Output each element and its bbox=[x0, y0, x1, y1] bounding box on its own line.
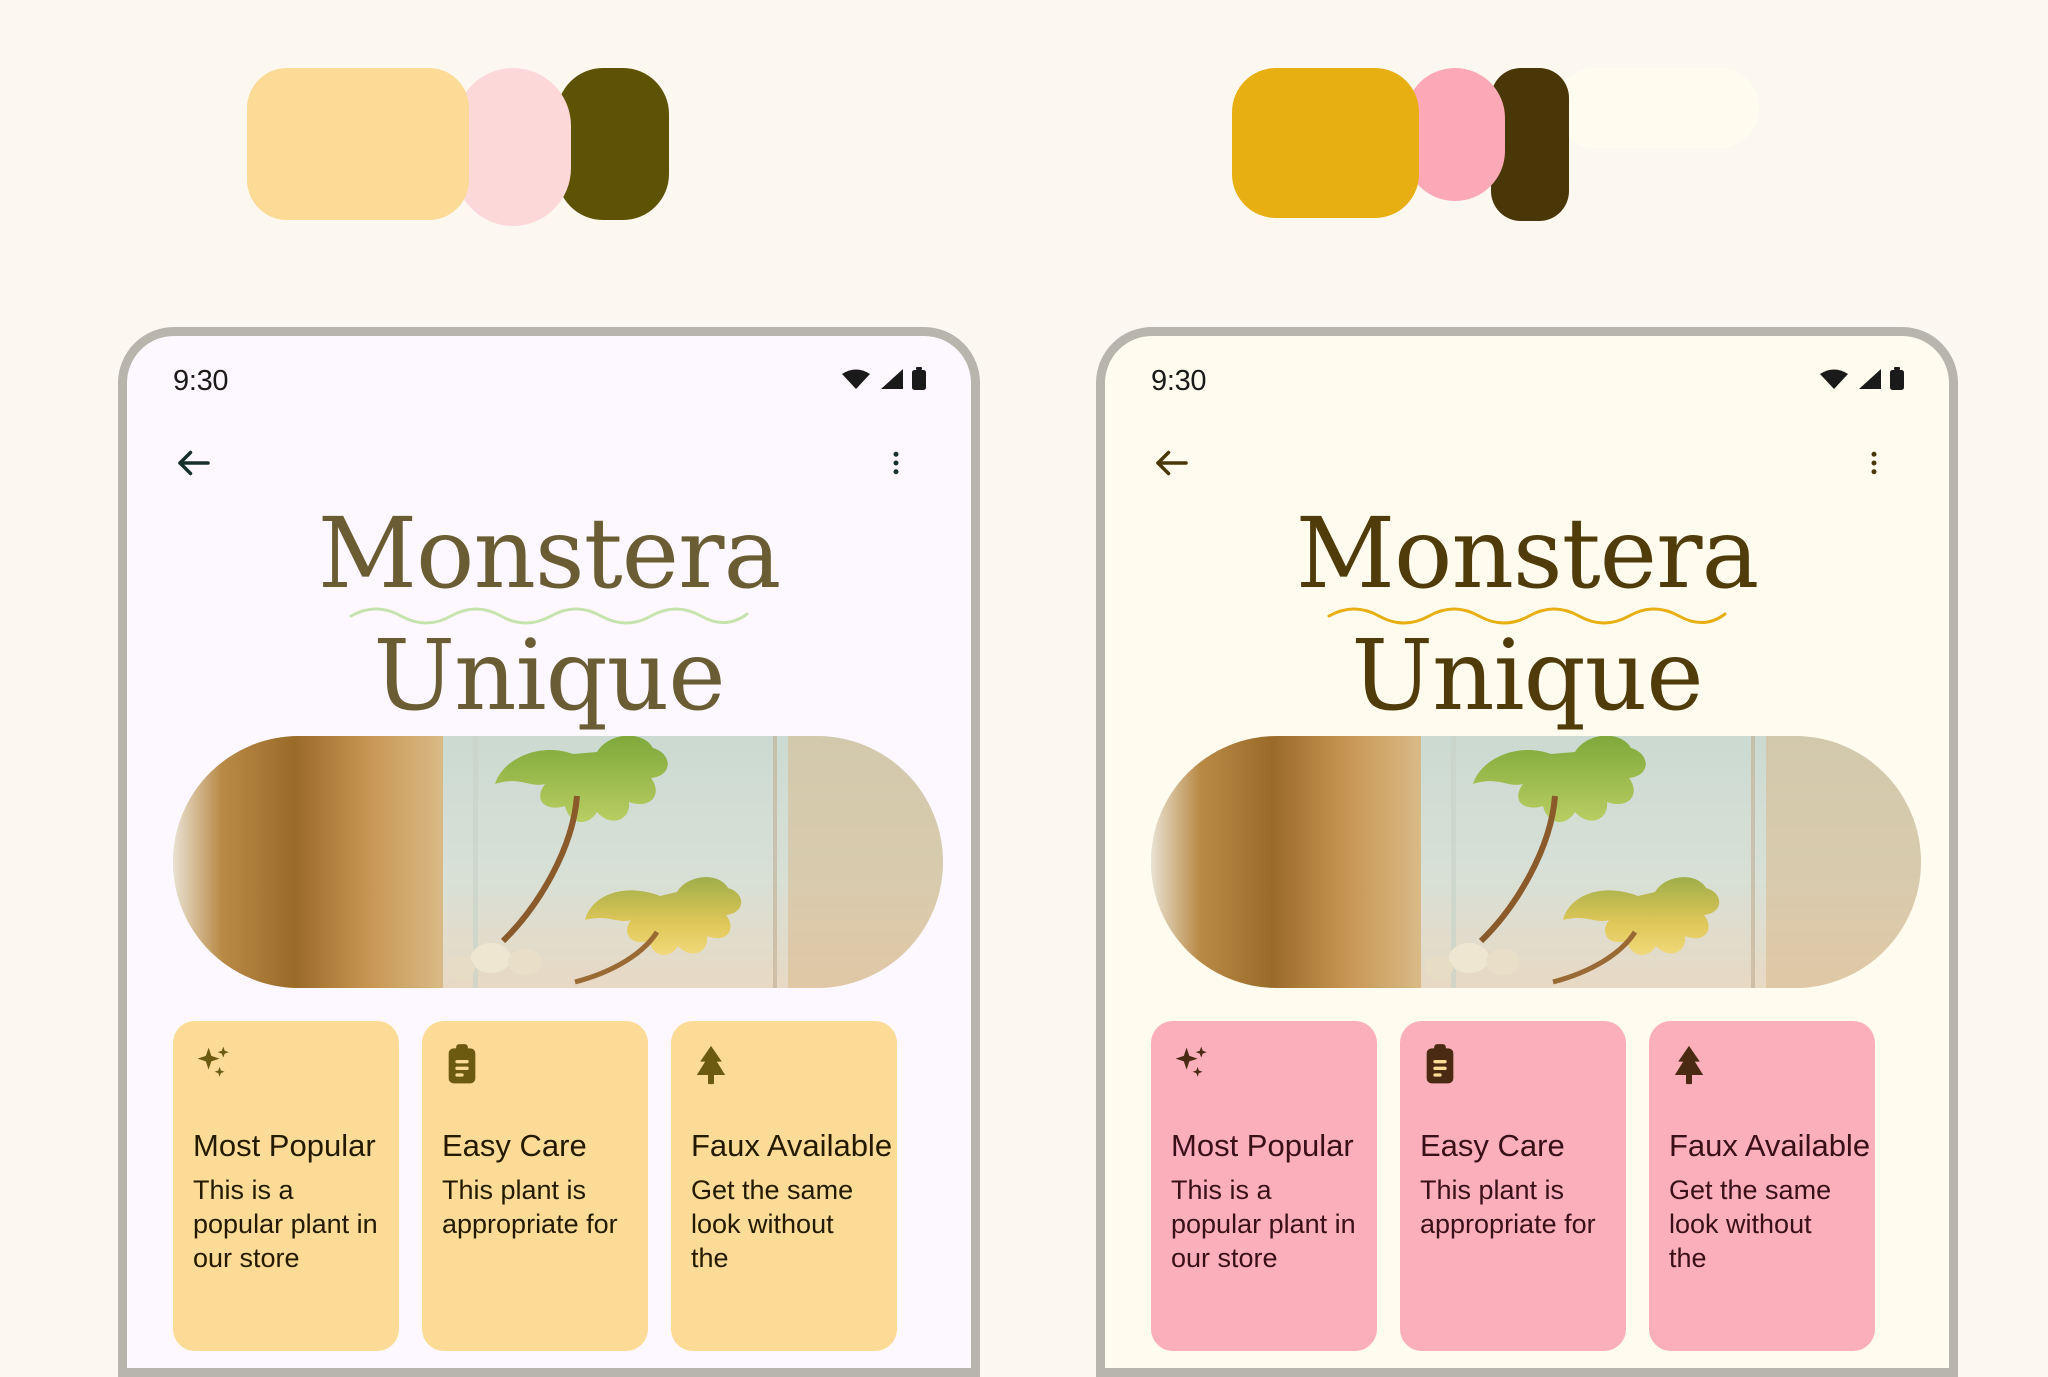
back-arrow-icon bbox=[1151, 442, 1193, 489]
feature-card[interactable]: Faux Available Get the same look without … bbox=[671, 1021, 897, 1351]
feature-card-body: This is a popular plant in our store bbox=[1171, 1174, 1356, 1273]
palette-row-right bbox=[1232, 68, 1759, 221]
headline-line-1: Monstera bbox=[1295, 497, 1760, 610]
tree-icon bbox=[1669, 1043, 1855, 1091]
hero-image-right[interactable] bbox=[1151, 736, 1921, 988]
feature-card-title: Most Popular bbox=[193, 1128, 376, 1163]
status-bar: 9:30 bbox=[1105, 358, 1949, 404]
phone-screen-right: 9:30 Monstera Unique Most Popular This i… bbox=[1105, 336, 1949, 1368]
feature-card-body: Get the same look without the bbox=[1669, 1174, 1832, 1273]
back-button[interactable] bbox=[1143, 436, 1201, 494]
wifi-icon bbox=[1819, 368, 1849, 395]
feature-card-body: This plant is appropriate for bbox=[1420, 1174, 1596, 1239]
overflow-menu-button[interactable] bbox=[867, 436, 925, 494]
feature-card-title: Easy Care bbox=[1420, 1128, 1565, 1163]
headline-left: Monstera Unique bbox=[127, 504, 971, 726]
status-bar: 9:30 bbox=[127, 358, 971, 404]
sparkle-icon bbox=[1171, 1043, 1357, 1091]
clipboard-icon bbox=[442, 1043, 628, 1091]
feature-card[interactable]: Easy Care This plant is appropriate for bbox=[422, 1021, 648, 1351]
status-clock: 9:30 bbox=[1151, 364, 1207, 397]
phone-screen-left: 9:30 Monstera Unique Most Popular This i… bbox=[127, 336, 971, 1368]
battery-icon bbox=[911, 366, 927, 396]
phone-mockup-left: 9:30 Monstera Unique Most Popular This i… bbox=[118, 327, 980, 1377]
status-icons bbox=[1819, 366, 1905, 396]
sparkle-icon bbox=[193, 1043, 379, 1091]
hero-image-left[interactable] bbox=[173, 736, 943, 988]
canvas: 9:30 Monstera Unique Most Popular This i… bbox=[0, 0, 2048, 1377]
swatch-primary bbox=[1232, 68, 1419, 218]
back-arrow-icon bbox=[173, 442, 215, 489]
swatch-on-surface bbox=[557, 68, 669, 220]
feature-card-title: Faux Available bbox=[1669, 1128, 1871, 1163]
palette-row-left bbox=[247, 68, 669, 226]
feature-card[interactable]: Faux Available Get the same look without … bbox=[1649, 1021, 1875, 1351]
feature-card-body: This is a popular plant in our store bbox=[193, 1174, 378, 1273]
feature-card[interactable]: Easy Care This plant is appropriate for bbox=[1400, 1021, 1626, 1351]
swatch-primary-container bbox=[247, 68, 469, 220]
feature-card[interactable]: Most Popular This is a popular plant in o… bbox=[173, 1021, 399, 1351]
phone-mockup-right: 9:30 Monstera Unique Most Popular This i… bbox=[1096, 327, 1958, 1377]
feature-cards-right: Most Popular This is a popular plant in o… bbox=[1151, 1021, 1875, 1351]
feature-cards-left: Most Popular This is a popular plant in o… bbox=[173, 1021, 897, 1351]
feature-card-body: This plant is appropriate for bbox=[442, 1174, 618, 1239]
feature-card-body: Get the same look without the bbox=[691, 1174, 854, 1273]
swatch-secondary-container bbox=[455, 68, 571, 226]
clipboard-icon bbox=[1420, 1043, 1606, 1091]
more-vert-icon bbox=[881, 448, 911, 483]
status-icons bbox=[841, 366, 927, 396]
overflow-menu-button[interactable] bbox=[1845, 436, 1903, 494]
swatch-surface bbox=[1555, 68, 1759, 148]
app-bar bbox=[1105, 429, 1949, 501]
app-bar bbox=[127, 429, 971, 501]
feature-card-title: Faux Available bbox=[691, 1128, 893, 1163]
cellular-icon bbox=[878, 368, 904, 395]
cellular-icon bbox=[1856, 368, 1882, 395]
tree-icon bbox=[691, 1043, 877, 1091]
swatch-secondary bbox=[1405, 68, 1505, 201]
back-button[interactable] bbox=[165, 436, 223, 494]
wifi-icon bbox=[841, 368, 871, 395]
headline-line-1: Monstera bbox=[317, 497, 782, 610]
feature-card-title: Most Popular bbox=[1171, 1128, 1354, 1163]
status-clock: 9:30 bbox=[173, 364, 229, 397]
feature-card[interactable]: Most Popular This is a popular plant in o… bbox=[1151, 1021, 1377, 1351]
headline-line-2: Unique bbox=[373, 618, 725, 732]
battery-icon bbox=[1889, 366, 1905, 396]
headline-line-2: Unique bbox=[1351, 618, 1703, 732]
feature-card-title: Easy Care bbox=[442, 1128, 587, 1163]
more-vert-icon bbox=[1859, 448, 1889, 483]
headline-right: Monstera Unique bbox=[1105, 504, 1949, 726]
